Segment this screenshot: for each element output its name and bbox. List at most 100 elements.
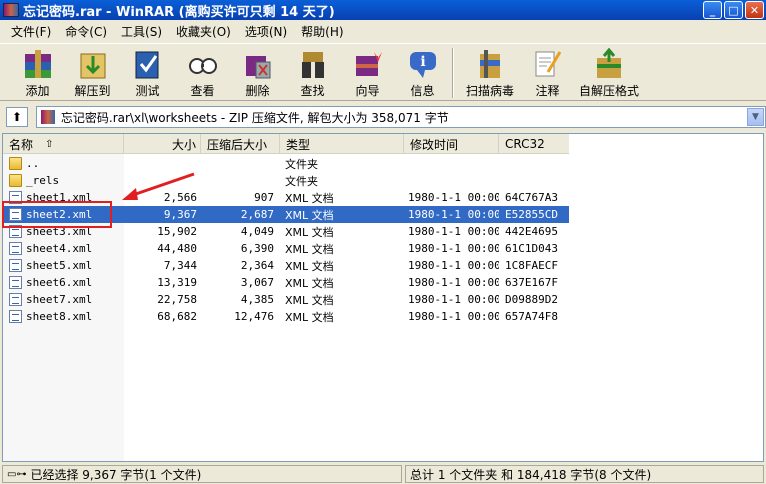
cell-packed-text: 2,364 [240,259,274,272]
status-right: 总计 1 个文件夹 和 184,418 字节(8 个文件) [405,465,764,483]
cell-packed: 12,476 [201,308,280,325]
cell-crc-text: 64C767A3 [505,191,558,204]
cell-type-text: XML 文档 [285,191,334,205]
cell-name: sheet5.xml [3,257,124,274]
up-arrow-icon: ⬆ [11,110,22,124]
path-text: 忘记密码.rar\xl\worksheets - ZIP 压缩文件, 解包大小为… [60,110,449,125]
menu-file[interactable]: 文件(F) [4,23,58,40]
delete-label: 删除 [245,84,270,98]
col-crc[interactable]: CRC32 [499,134,569,154]
virus-scan-icon [473,47,507,81]
find-button[interactable]: 查找 [285,44,340,99]
delete-icon [241,47,275,81]
wizard-button[interactable]: 向导 [340,44,395,99]
cell-crc-text: E52855CD [505,208,558,221]
cell-modified: 1980-1-1 00:00 [404,274,499,291]
col-modified[interactable]: 修改时间 [404,134,499,154]
table-row[interactable]: sheet4.xml 44,480 6,390 XML 文档 1980-1-1 00:0… [3,240,569,257]
cell-packed-text: 3,067 [240,276,274,289]
svg-text:i: i [420,54,425,70]
maximize-button[interactable]: □ [724,1,743,19]
comment-button[interactable]: 注释 [520,44,575,99]
cell-modified-text: 1980-1-1 00:00 [408,276,499,289]
view-icon [186,47,220,81]
cell-name-text: _rels [26,174,60,187]
cell-name: _rels [3,172,124,189]
test-button[interactable]: 测试 [120,44,175,99]
sfx-button[interactable]: 自解压格式 [575,44,643,99]
chevron-down-icon[interactable]: ▼ [747,108,764,126]
cell-packed: 907 [201,189,280,206]
status-selected-text: 已经选择 9,367 字节(1 个文件) [30,467,202,482]
delete-button[interactable]: 删除 [230,44,285,99]
table-row[interactable]: sheet6.xml 13,319 3,067 XML 文档 1980-1-1 00:0… [3,274,569,291]
cell-modified-text: 1980-1-1 00:00 [408,293,499,306]
virus-scan-button[interactable]: 扫描病毒 [460,44,520,99]
cell-type: XML 文档 [280,206,404,223]
annotation-arrow-icon [122,172,195,200]
table-row[interactable]: sheet5.xml 7,344 2,364 XML 文档 1980-1-1 00:00… [3,257,569,274]
cell-packed-text: 6,390 [240,242,274,255]
path-field[interactable]: 忘记密码.rar\xl\worksheets - ZIP 压缩文件, 解包大小为… [35,106,766,128]
menu-help[interactable]: 帮助(H) [294,23,350,40]
status-left: ▭⊶ 已经选择 9,367 字节(1 个文件) [2,465,402,483]
view-label: 查看 [190,84,215,98]
cell-crc: 657A74F8 [499,308,569,325]
col-crc-label: CRC32 [505,137,545,151]
table-row[interactable]: sheet8.xml 68,682 12,476 XML 文档 1980-1-1 00:… [3,308,569,325]
menu-tools[interactable]: 工具(S) [114,23,169,40]
menu-favorites[interactable]: 收藏夹(O) [169,23,238,40]
cell-crc: 442E4695 [499,223,569,240]
menu-options[interactable]: 选项(N) [238,23,294,40]
cell-packed-text: 2,687 [240,208,274,221]
table-row[interactable]: sheet7.xml 22,758 4,385 XML 文档 1980-1-1 00:0… [3,291,569,308]
status-bar: ▭⊶ 已经选择 9,367 字节(1 个文件) 总计 1 个文件夹 和 184,… [0,464,766,484]
close-button[interactable]: ✕ [745,1,764,19]
extract-to-button[interactable]: 解压到 [65,44,120,99]
minimize-button[interactable]: _ [703,1,722,19]
up-folder-button[interactable]: ⬆ [6,107,28,127]
cell-crc: 637E167F [499,274,569,291]
wizard-label: 向导 [355,84,380,98]
xml-file-icon [9,259,22,272]
sfx-icon [592,47,626,81]
cell-size: 15,902 [124,223,201,240]
window-title: 忘记密码.rar - WinRAR (离购买许可只剩 14 天了) [23,4,335,20]
table-row[interactable]: _rels 文件夹 [3,172,569,189]
cell-name: sheet6.xml [3,274,124,291]
col-name[interactable]: 名称 ⇧ [3,134,124,154]
virus-scan-label: 扫描病毒 [465,84,514,98]
winrar-app-icon[interactable] [3,3,19,17]
col-type[interactable]: 类型 [280,134,404,154]
sort-ascending-icon: ⇧ [45,138,54,150]
view-button[interactable]: 查看 [175,44,230,99]
cell-modified-text: 1980-1-1 00:00 [408,225,499,238]
add-button[interactable]: 添加 [10,44,65,99]
cell-packed: 3,067 [201,274,280,291]
comment-icon [531,47,565,81]
menu-commands[interactable]: 命令(C) [58,23,114,40]
cell-size-text: 44,480 [157,242,197,255]
extract-to-label: 解压到 [74,84,111,98]
cell-type: XML 文档 [280,189,404,206]
cell-crc: D09889D2 [499,291,569,308]
cell-modified: 1980-1-1 00:00 [404,257,499,274]
cell-name: sheet4.xml [3,240,124,257]
cell-crc [499,172,569,189]
cell-modified [404,172,499,189]
info-label: 信息 [410,84,435,98]
cell-name: sheet7.xml [3,291,124,308]
file-list[interactable]: 名称 ⇧ 大小 压缩后大小 类型 修改时间 CRC32 .. 文件夹 _rels 文件夹… [2,133,764,462]
table-row[interactable]: .. 文件夹 [3,155,569,172]
cell-name-text: sheet7.xml [26,293,93,306]
col-name-label: 名称 [9,137,34,152]
cell-packed: 2,364 [201,257,280,274]
cell-type-text: 文件夹 [285,157,318,171]
cell-type-text: XML 文档 [285,276,334,290]
cell-modified [404,155,499,172]
col-packed[interactable]: 压缩后大小 [201,134,280,154]
cell-type-text: XML 文档 [285,208,334,222]
cell-packed [201,172,280,189]
info-button[interactable]: i 信息 [395,44,450,99]
col-size[interactable]: 大小 [124,134,201,154]
